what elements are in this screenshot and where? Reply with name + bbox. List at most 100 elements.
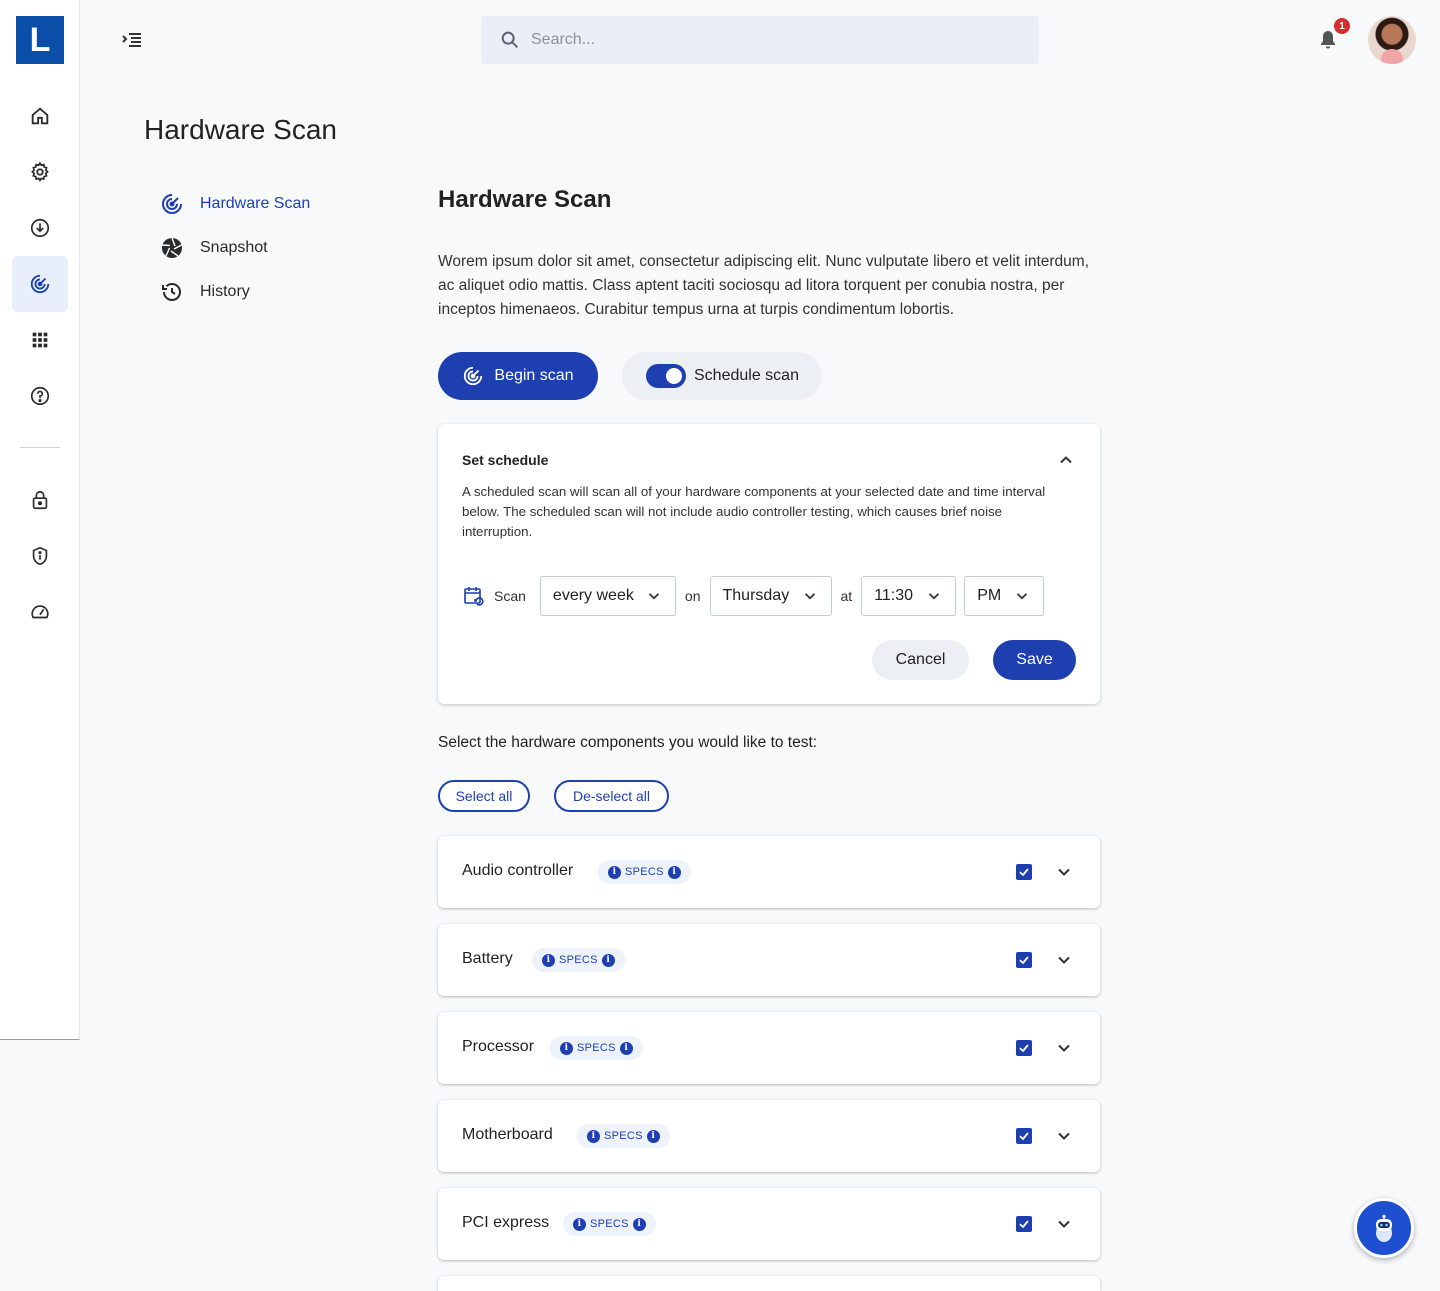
component-name: Battery [462,950,513,967]
checkmark-icon [1019,1220,1029,1229]
period-select[interactable]: PM [964,576,1045,616]
download-circle-icon [30,218,50,238]
period-value: PM [977,587,1002,604]
component-row-battery[interactable]: Battery i SPECS i [438,924,1100,996]
help-circle-icon [30,386,50,406]
chevron-up-icon[interactable] [1056,450,1076,470]
checkmark-icon [1019,868,1029,877]
schedule-card-text: A scheduled scan will scan all of your h… [462,484,1046,539]
checkmark-icon [1019,1044,1029,1053]
gear-icon [31,161,49,182]
checkmark-icon [1019,956,1029,965]
checkmark-icon [1019,1132,1029,1141]
chevron-down-icon[interactable] [1054,1214,1074,1234]
user-avatar[interactable] [1368,16,1416,64]
specs-label: SPECS [625,866,664,878]
subnav-item-label: Snapshot [200,239,268,256]
begin-scan-label: Begin scan [494,367,574,384]
deselect-all-button[interactable]: De-select all [554,780,669,812]
schedule-card: Set schedule A scheduled scan will scan … [438,424,1100,704]
page-title: Hardware Scan [144,114,337,145]
specs-badge[interactable]: i SPECS i [550,1036,643,1060]
aperture-icon [162,237,182,258]
info-icon: i [619,1041,633,1055]
info-icon: i [632,1217,646,1231]
schedule-row: Scan every week on Thursday at 11:30 PM [462,576,1045,616]
select-all-button[interactable]: Select all [438,780,530,812]
at-label: at [840,588,853,604]
specs-label: SPECS [604,1130,643,1142]
lock-nav-button[interactable] [12,472,68,528]
notification-badge: 1 [1334,18,1350,34]
security-nav-button[interactable] [12,528,68,584]
save-button[interactable]: Save [993,640,1076,680]
side-rail: L [0,0,80,1040]
day-select[interactable]: Thursday [709,576,832,616]
apps-nav-button[interactable] [12,312,68,368]
history-icon [162,283,181,301]
begin-scan-button[interactable]: Begin scan [438,352,598,400]
chevron-down-icon[interactable] [1054,862,1074,882]
component-checkbox[interactable] [1016,1216,1032,1232]
info-icon: i [573,1217,586,1231]
specs-label: SPECS [559,954,598,966]
schedule-scan-toggle[interactable]: Schedule scan [622,352,822,400]
component-name: Processor [462,1038,535,1055]
chevron-down-icon[interactable] [1054,1126,1074,1146]
radar-icon [162,194,182,214]
chevron-down-icon[interactable] [1054,950,1074,970]
specs-label: SPECS [590,1218,629,1230]
component-name: Motherboard [462,1126,553,1143]
cancel-button[interactable]: Cancel [872,640,969,680]
performance-nav-button[interactable] [12,584,68,640]
home-icon [31,107,49,125]
search-input[interactable] [531,31,1011,49]
subnav-item-label: Hardware Scan [200,195,311,212]
component-row-audio-controller[interactable]: Audio controller i SPECS i [438,836,1100,908]
component-name: Audio controller [462,862,574,879]
chevron-down-icon [804,593,815,600]
specs-badge[interactable]: i SPECS i [563,1212,656,1236]
search-bar[interactable] [481,16,1039,64]
component-checkbox[interactable] [1016,1040,1032,1056]
subnav-item-history[interactable]: History [160,280,250,304]
component-name: PCI express [462,1214,550,1231]
component-row-processor[interactable]: Processor i SPECS i [438,1012,1100,1084]
settings-nav-button[interactable] [12,144,68,200]
subnav-item-hardware-scan[interactable]: Hardware Scan [160,192,310,216]
section-description: Worem ipsum dolor sit amet, consectetur … [438,253,1090,318]
grid-icon [32,332,48,348]
on-label: on [684,588,701,604]
schedule-switch[interactable] [646,364,686,388]
radar-icon [464,366,483,386]
specs-badge[interactable]: i SPECS i [532,948,625,972]
component-checkbox[interactable] [1016,1128,1032,1144]
radar-icon [30,274,50,294]
hardware-scan-nav-button[interactable] [12,256,68,312]
component-row-pci-express[interactable]: PCI express i SPECS i [438,1188,1100,1260]
shield-icon [32,546,48,566]
chevron-down-icon [929,593,940,600]
subnav-item-label: History [200,283,250,300]
menu-toggle-button[interactable] [120,28,144,52]
subnav-item-snapshot[interactable]: Snapshot [160,236,268,260]
help-nav-button[interactable] [12,368,68,424]
chevron-down-icon[interactable] [1054,1038,1074,1058]
assistant-bot-button[interactable] [1354,1198,1414,1258]
time-value: 11:30 [874,587,914,604]
scan-label: Scan [494,588,526,604]
specs-badge[interactable]: i SPECS i [598,860,691,884]
component-checkbox[interactable] [1016,864,1032,880]
component-row-partial [438,1276,1100,1291]
robot-icon [1376,1214,1392,1242]
component-checkbox[interactable] [1016,952,1032,968]
specs-badge[interactable]: i SPECS i [577,1124,670,1148]
home-nav-button[interactable] [12,88,68,144]
speedometer-icon [31,605,49,619]
downloads-nav-button[interactable] [12,200,68,256]
lock-icon [32,490,48,510]
time-select[interactable]: 11:30 [861,576,957,616]
frequency-select[interactable]: every week [539,576,676,616]
app-logo[interactable]: L [16,16,64,64]
component-row-motherboard[interactable]: Motherboard i SPECS i [438,1100,1100,1172]
